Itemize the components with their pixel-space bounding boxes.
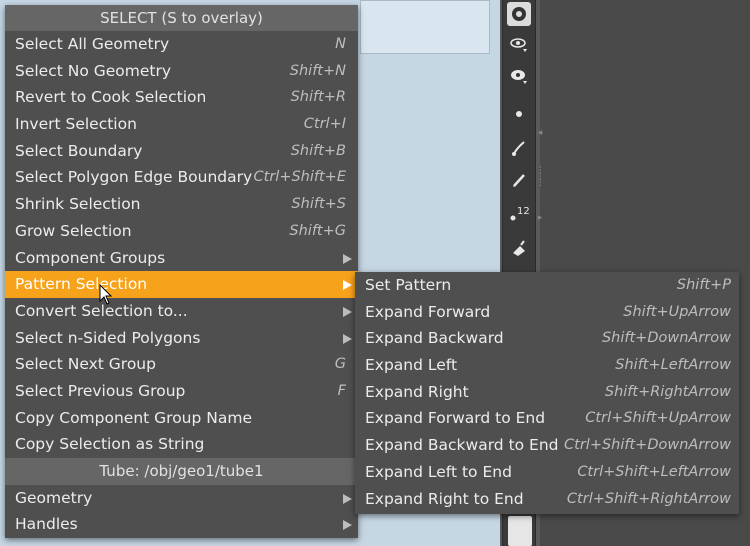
menu-item-shortcut: N [335,36,346,52]
menu-item-invert-selection[interactable]: Invert Selection Ctrl+I [5,111,358,138]
menu-item-label: Invert Selection [15,115,137,134]
menu-item-label: Pattern Selection [15,275,148,294]
pattern-selection-submenu: Set Pattern Shift+P Expand Forward Shift+U… [355,272,739,515]
menu-item-label: Select No Geometry [15,61,172,80]
menu-item-label: Copy Component Group Name [15,408,253,427]
submenu-arrow-icon [343,253,352,264]
menu-item-copy-selection-as-string[interactable]: Copy Selection as String [5,431,358,458]
mouse-cursor-icon [99,283,113,310]
submenu-item-shortcut: Ctrl+Shift+DownArrow [564,437,731,454]
toolbar-grip-icon[interactable]: ⋮ ⋮ ⋮ [536,167,545,208]
menu-item-select-all-geometry[interactable]: Select All Geometry N [5,31,358,58]
numbered-points-icon[interactable]: 12 [507,202,531,226]
menu-item-label: Component Groups [15,248,166,267]
submenu-item-expand-backward-to-end[interactable]: Expand Backward to End Ctrl+Shift+DownArr… [355,432,739,459]
submenu-arrow-icon [343,493,352,504]
menu-item-pattern-selection[interactable]: Pattern Selection [5,271,358,298]
menu-item-geometry[interactable]: Geometry [5,485,358,512]
menu-item-select-next-group[interactable]: Select Next Group G [5,351,358,378]
submenu-item-shortcut: Shift+RightArrow [604,383,731,400]
submenu-item-shortcut: Shift+DownArrow [601,330,731,347]
submenu-item-shortcut: Shift+LeftArrow [615,357,731,374]
viewport-panel [360,0,490,54]
submenu-item-label: Expand Forward [365,302,491,321]
menu-item-select-polygon-edge-boundary[interactable]: Select Polygon Edge Boundary Ctrl+Shift+E [5,164,358,191]
menu-item-select-boundary[interactable]: Select Boundary Shift+B [5,138,358,165]
submenu-arrow-icon [343,520,352,531]
menu-item-label: Handles [15,515,78,534]
menu-item-copy-component-group-name[interactable]: Copy Component Group Name [5,405,358,432]
menu-item-shortcut: F [337,382,346,399]
menu-item-label: Select All Geometry [15,35,170,53]
point-icon[interactable] [507,102,531,126]
brush-icon[interactable] [507,136,531,160]
menu-item-shortcut: Ctrl+Shift+E [253,169,346,186]
submenu-item-label: Set Pattern [365,276,452,294]
submenu-item-expand-left-to-end[interactable]: Expand Left to End Ctrl+Shift+LeftArrow [355,459,739,486]
menu-item-label: Shrink Selection [15,195,141,214]
menu-item-select-previous-group[interactable]: Select Previous Group F [5,378,358,405]
submenu-item-shortcut: Shift+UpArrow [623,303,731,320]
submenu-item-expand-forward-to-end[interactable]: Expand Forward to End Ctrl+Shift+UpArrow [355,405,739,432]
menu-item-label: Grow Selection [15,221,132,240]
submenu-arrow-icon [343,306,352,317]
menu-item-label: Select Boundary [15,141,143,160]
submenu-item-set-pattern[interactable]: Set Pattern Shift+P [355,272,739,299]
menu-item-label: Select Previous Group [15,381,186,400]
menu-item-label: Copy Selection as String [15,435,205,454]
submenu-item-expand-forward[interactable]: Expand Forward Shift+UpArrow [355,299,739,326]
menu-item-select-n-sided-polygons[interactable]: Select n-Sided Polygons [5,325,358,352]
toolbar-bottom-tool[interactable] [508,516,532,546]
menu-item-handles[interactable]: Handles [5,511,358,538]
paint-tool-icon[interactable] [507,64,531,88]
menu-item-shortcut: Shift+B [290,142,346,159]
view-tool-icon[interactable] [507,32,531,56]
menu-section-header: Tube: /obj/geo1/tube1 [5,458,358,485]
submenu-item-shortcut: Ctrl+Shift+RightArrow [566,490,731,507]
menu-item-shortcut: Shift+S [291,196,346,213]
menu-item-component-groups[interactable]: Component Groups [5,245,358,272]
menu-item-label: Select n-Sided Polygons [15,328,201,347]
select-context-menu: SELECT (S to overlay) Select All Geometr… [5,5,358,539]
submenu-item-label: Expand Backward [365,329,504,348]
submenu-arrow-icon [343,333,352,344]
submenu-item-expand-left[interactable]: Expand Left Shift+LeftArrow [355,352,739,379]
menu-header: SELECT (S to overlay) [5,5,358,31]
menu-item-shortcut: Shift+R [290,89,346,106]
pen-icon[interactable] [507,168,531,192]
submenu-item-expand-backward[interactable]: Expand Backward Shift+DownArrow [355,325,739,352]
submenu-item-shortcut: Ctrl+Shift+LeftArrow [577,463,731,480]
menu-item-convert-selection-to[interactable]: Convert Selection to... [5,298,358,325]
submenu-item-shortcut: Ctrl+Shift+UpArrow [585,410,731,427]
paint-bucket-icon[interactable] [507,236,531,260]
submenu-item-label: Expand Forward to End [365,409,546,428]
menu-item-shortcut: Ctrl+I [303,116,346,133]
menu-item-shortcut: G [334,356,346,373]
submenu-item-label: Expand Right to End [365,489,524,508]
menu-item-label: Geometry [15,488,93,507]
submenu-item-label: Expand Left [365,356,458,375]
menu-item-shortcut: Shift+G [289,222,346,239]
submenu-arrow-icon [343,280,352,291]
menu-item-label: Select Polygon Edge Boundary [15,168,253,187]
submenu-item-expand-right[interactable]: Expand Right Shift+RightArrow [355,379,739,406]
submenu-item-label: Expand Left to End [365,462,512,481]
menu-item-revert-to-cook-selection[interactable]: Revert to Cook Selection Shift+R [5,84,358,111]
submenu-item-label: Expand Backward to End [365,436,559,455]
menu-item-label: Revert to Cook Selection [15,88,207,107]
number-badge-text: 12 [517,206,530,217]
select-tool-icon[interactable] [507,2,531,26]
toolbar-expand-handle[interactable]: ▸ [536,214,544,255]
toolbar-collapse-handle[interactable]: ◂ [536,129,544,170]
menu-item-select-no-geometry[interactable]: Select No Geometry Shift+N [5,58,358,85]
menu-item-shrink-selection[interactable]: Shrink Selection Shift+S [5,191,358,218]
submenu-item-shortcut: Shift+P [676,277,731,293]
submenu-item-label: Expand Right [365,382,469,401]
menu-item-grow-selection[interactable]: Grow Selection Shift+G [5,218,358,245]
submenu-item-expand-right-to-end[interactable]: Expand Right to End Ctrl+Shift+RightArrow [355,486,739,513]
menu-item-label: Select Next Group [15,355,156,374]
menu-item-shortcut: Shift+N [289,62,346,79]
houdini-viewport-stage: 12 ◂ ⋮ ⋮ ⋮ ▸ SELECT (S to overlay) Select … [0,0,750,546]
